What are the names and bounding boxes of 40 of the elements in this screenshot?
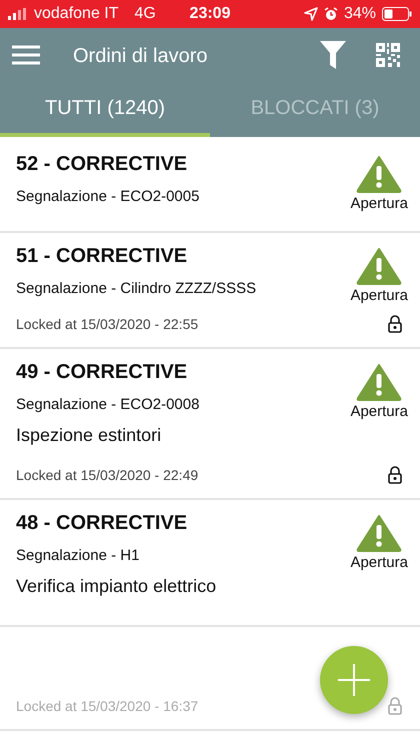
alarm-icon: [324, 7, 338, 21]
order-description: Verifica impianto elettrico: [16, 576, 218, 597]
status-label: Apertura: [350, 195, 408, 212]
qr-code-button[interactable]: [376, 42, 400, 70]
carrier-name: vodafone IT: [34, 5, 118, 23]
order-title: 48 - CORRECTIVE: [16, 512, 188, 535]
order-source: Segnalazione - Cilindro ZZZZ/SSSS: [16, 280, 258, 297]
status-label: Apertura: [350, 554, 408, 571]
warning-icon: [356, 363, 402, 401]
order-source: Segnalazione - ECO2-0005: [16, 188, 200, 205]
battery-icon: [382, 7, 412, 21]
tab[interactable]: BLOCCATI (3): [210, 84, 420, 137]
lock-time: Locked at 15/03/2020 - 22:49: [16, 467, 200, 483]
order-title: 52 - CORRECTIVE: [16, 153, 188, 176]
signal-icon: [8, 8, 28, 20]
warning-icon: [356, 514, 402, 552]
lock-icon: [388, 697, 402, 715]
battery-percent: 34%: [344, 5, 376, 23]
order-source: Segnalazione - ECO2-0008: [16, 396, 200, 413]
location-icon: [304, 7, 318, 21]
warning-icon: [356, 247, 402, 285]
order-description: Ispezione estintori: [16, 425, 162, 446]
lock-time: Locked at 15/03/2020 - 16:37: [16, 698, 200, 714]
lock-icon: [388, 315, 402, 333]
order-source: Segnalazione - H1: [16, 547, 140, 564]
add-button[interactable]: [320, 646, 388, 714]
lock-time: Locked at 15/03/2020 - 22:55: [16, 316, 200, 332]
status-label: Apertura: [350, 287, 408, 304]
order-title: 51 - CORRECTIVE: [16, 245, 188, 268]
order-title: 49 - CORRECTIVE: [16, 361, 188, 384]
clock-time: 23:09: [190, 5, 230, 23]
network-type: 4G: [134, 5, 156, 23]
status-label: Apertura: [350, 403, 408, 420]
lock-icon: [388, 466, 402, 484]
plus-icon: [338, 664, 370, 696]
warning-icon: [356, 155, 402, 193]
menu-button[interactable]: [12, 44, 40, 68]
filter-button[interactable]: [320, 40, 346, 72]
screen-title: Ordini di lavoro: [73, 44, 209, 68]
tab[interactable]: TUTTI (1240): [0, 84, 210, 137]
